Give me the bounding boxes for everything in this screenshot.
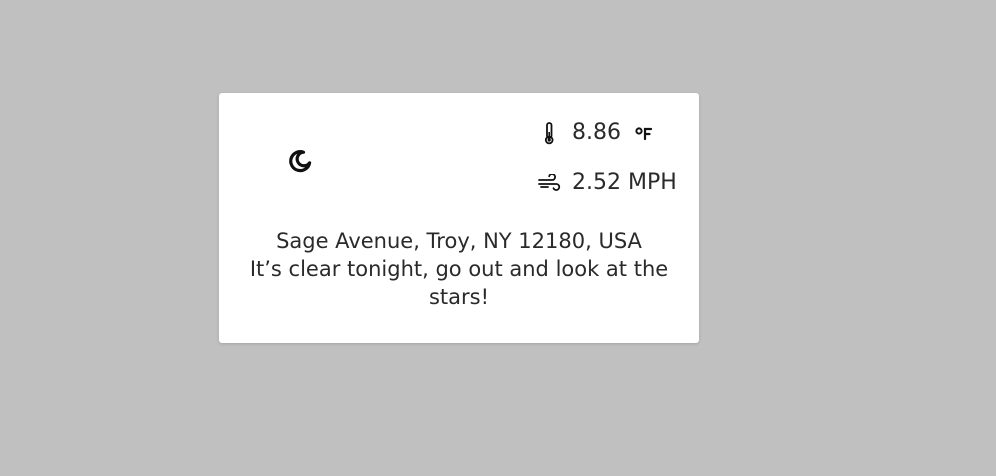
temperature-value: 8.86 [572, 120, 621, 145]
thermometer-icon [535, 120, 563, 146]
wind-row: 2.52 MPH [535, 169, 677, 197]
weather-message: Sage Avenue, Troy, NY 12180, USA It’s cl… [219, 227, 699, 311]
wind-speed-value: 2.52 MPH [572, 170, 677, 195]
location-text: Sage Avenue, Troy, NY 12180, USA [276, 229, 642, 253]
wind-icon [535, 170, 563, 196]
moon-icon [289, 150, 312, 173]
temperature-row: 8.86 [535, 119, 656, 147]
description-text: It’s clear tonight, go out and look at t… [249, 257, 669, 309]
fahrenheit-icon [635, 127, 653, 141]
weather-card: 8.86 2.52 MPH Sage Avenue, Troy, NY 1218… [219, 93, 699, 343]
